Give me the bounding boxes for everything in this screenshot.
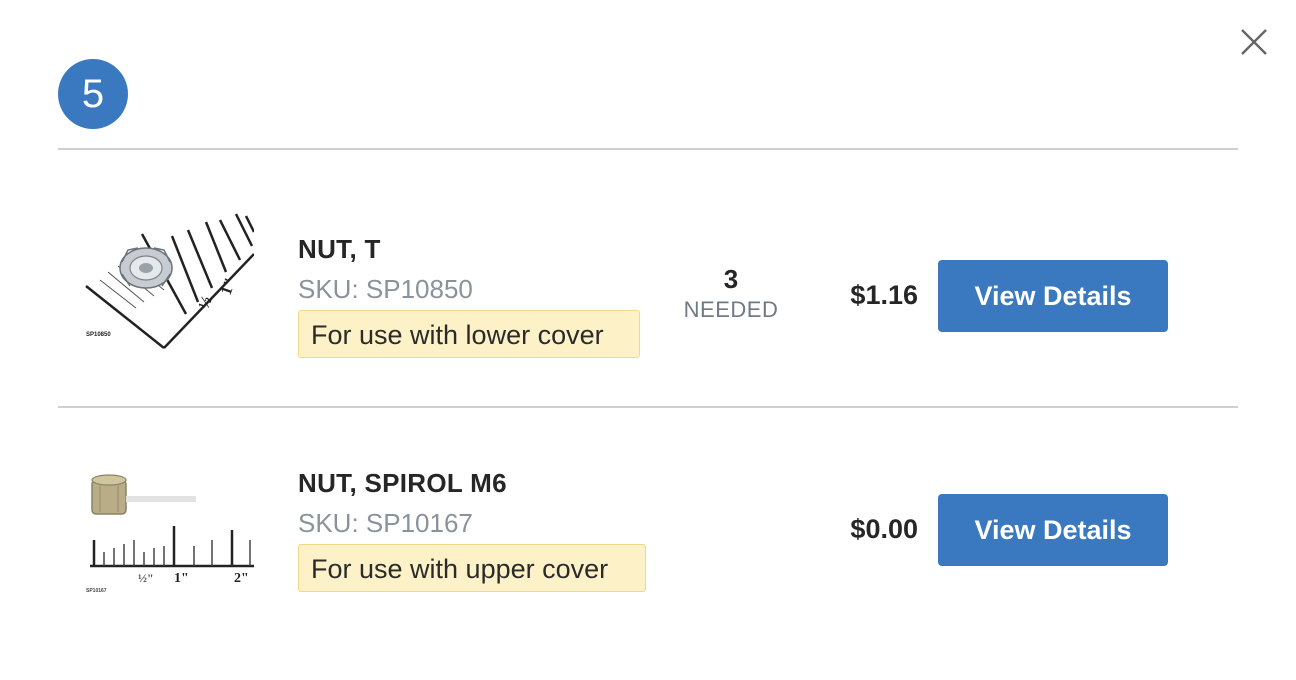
ruler-label: 2" xyxy=(234,571,249,586)
part-price: $1.16 xyxy=(850,280,918,310)
part-price: $0.00 xyxy=(850,514,918,544)
quantity-needed: 3 NEEDED xyxy=(676,264,786,323)
quantity-label: NEEDED xyxy=(683,297,779,322)
image-caption: SP10850 xyxy=(86,332,111,338)
part-row: ½ 1" SP10850 NUT, T SKU: SP10850 For use… xyxy=(58,206,1238,396)
close-icon xyxy=(1241,29,1267,55)
header-divider xyxy=(58,148,1238,150)
ruler-label: ½" xyxy=(138,571,154,585)
part-sku: SKU: SP10167 xyxy=(298,508,473,538)
part-row: ½" 1" 2" SP10167 NUT, SPIROL M6 SKU: SP1… xyxy=(58,440,1238,630)
step-number-badge: 5 xyxy=(58,59,128,129)
part-sku: SKU: SP10850 xyxy=(298,274,473,304)
quantity-value: 3 xyxy=(723,264,739,294)
view-details-button[interactable]: View Details xyxy=(938,494,1168,566)
view-details-button[interactable]: View Details xyxy=(938,260,1168,332)
close-button[interactable] xyxy=(1236,24,1272,60)
nut-spirol-image: ½" 1" 2" SP10167 xyxy=(80,456,254,596)
part-thumbnail: ½ 1" SP10850 xyxy=(80,210,256,350)
part-note: For use with lower cover xyxy=(298,310,640,358)
part-note: For use with upper cover xyxy=(298,544,646,592)
image-caption: SP10167 xyxy=(86,588,107,594)
part-name: NUT, T xyxy=(298,234,381,264)
part-name: NUT, SPIROL M6 xyxy=(298,468,507,498)
part-thumbnail: ½" 1" 2" SP10167 xyxy=(80,456,254,596)
row-divider xyxy=(58,406,1238,408)
ruler-label: 1" xyxy=(174,571,189,586)
nut-t-image: ½ 1" SP10850 xyxy=(80,210,256,350)
